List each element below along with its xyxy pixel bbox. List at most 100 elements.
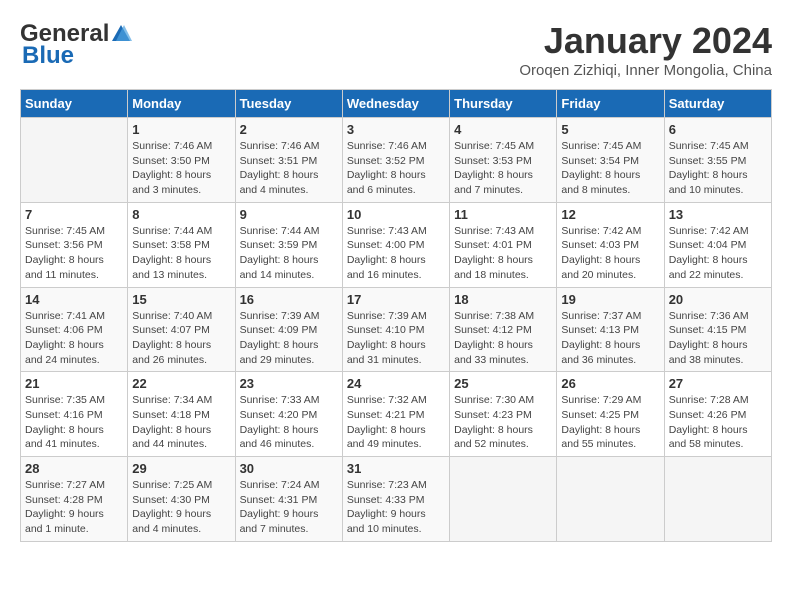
day-number: 4	[454, 122, 552, 137]
location-subtitle: Oroqen Zizhiqi, Inner Mongolia, China	[519, 62, 772, 79]
calendar-cell: 26 Sunrise: 7:29 AMSunset: 4:25 PMDayligh…	[557, 372, 664, 457]
day-number: 30	[240, 461, 338, 476]
day-number: 17	[347, 292, 445, 307]
calendar-week-row: 7 Sunrise: 7:45 AMSunset: 3:56 PMDaylight…	[21, 202, 772, 287]
day-number: 11	[454, 207, 552, 222]
calendar-week-row: 21Sunrise: 7:35 AMSunset: 4:16 PMDayligh…	[21, 372, 772, 457]
day-info: Sunrise: 7:45 AMSunset: 3:55 PMDaylight:…	[669, 139, 767, 198]
calendar-cell: 19Sunrise: 7:37 AMSunset: 4:13 PMDayligh…	[557, 287, 664, 372]
calendar-cell: 20 Sunrise: 7:36 AMSunset: 4:15 PMDayligh…	[664, 287, 771, 372]
day-info: Sunrise: 7:43 AMSunset: 4:01 PMDaylight:…	[454, 224, 552, 283]
day-number: 26	[561, 376, 659, 391]
day-number: 9	[240, 207, 338, 222]
day-info: Sunrise: 7:40 AMSunset: 4:07 PMDaylight:…	[132, 309, 230, 368]
day-number: 12	[561, 207, 659, 222]
day-info: Sunrise: 7:29 AMSunset: 4:25 PMDaylight:…	[561, 393, 659, 452]
day-info: Sunrise: 7:39 AMSunset: 4:10 PMDaylight:…	[347, 309, 445, 368]
calendar-cell: 1Sunrise: 7:46 AMSunset: 3:50 PMDaylight…	[128, 118, 235, 203]
day-info: Sunrise: 7:34 AMSunset: 4:18 PMDaylight:…	[132, 393, 230, 452]
day-info: Sunrise: 7:42 AMSunset: 4:04 PMDaylight:…	[669, 224, 767, 283]
day-number: 16	[240, 292, 338, 307]
day-info: Sunrise: 7:45 AMSunset: 3:56 PMDaylight:…	[25, 224, 123, 283]
day-info: Sunrise: 7:46 AMSunset: 3:52 PMDaylight:…	[347, 139, 445, 198]
calendar-cell: 31Sunrise: 7:23 AMSunset: 4:33 PMDayligh…	[342, 457, 449, 542]
day-info: Sunrise: 7:36 AMSunset: 4:15 PMDaylight:…	[669, 309, 767, 368]
calendar-cell: 28Sunrise: 7:27 AMSunset: 4:28 PMDayligh…	[21, 457, 128, 542]
day-info: Sunrise: 7:46 AMSunset: 3:50 PMDaylight:…	[132, 139, 230, 198]
day-info: Sunrise: 7:43 AMSunset: 4:00 PMDaylight:…	[347, 224, 445, 283]
day-info: Sunrise: 7:25 AMSunset: 4:30 PMDaylight:…	[132, 478, 230, 537]
day-number: 19	[561, 292, 659, 307]
calendar-cell	[557, 457, 664, 542]
logo: General Blue	[20, 20, 133, 70]
day-info: Sunrise: 7:42 AMSunset: 4:03 PMDaylight:…	[561, 224, 659, 283]
day-number: 18	[454, 292, 552, 307]
day-info: Sunrise: 7:44 AMSunset: 3:59 PMDaylight:…	[240, 224, 338, 283]
logo-blue: Blue	[20, 42, 74, 70]
day-info: Sunrise: 7:24 AMSunset: 4:31 PMDaylight:…	[240, 478, 338, 537]
calendar-cell: 22 Sunrise: 7:34 AMSunset: 4:18 PMDayligh…	[128, 372, 235, 457]
calendar-cell: 23Sunrise: 7:33 AMSunset: 4:20 PMDayligh…	[235, 372, 342, 457]
header-friday: Friday	[557, 90, 664, 118]
header-saturday: Saturday	[664, 90, 771, 118]
calendar-cell: 3 Sunrise: 7:46 AMSunset: 3:52 PMDaylight…	[342, 118, 449, 203]
calendar-week-row: 14Sunrise: 7:41 AMSunset: 4:06 PMDayligh…	[21, 287, 772, 372]
day-info: Sunrise: 7:38 AMSunset: 4:12 PMDaylight:…	[454, 309, 552, 368]
calendar-cell: 30 Sunrise: 7:24 AMSunset: 4:31 PMDayligh…	[235, 457, 342, 542]
day-info: Sunrise: 7:45 AMSunset: 3:53 PMDaylight:…	[454, 139, 552, 198]
calendar-cell: 8 Sunrise: 7:44 AMSunset: 3:58 PMDaylight…	[128, 202, 235, 287]
day-info: Sunrise: 7:41 AMSunset: 4:06 PMDaylight:…	[25, 309, 123, 368]
calendar-cell	[664, 457, 771, 542]
calendar-cell: 2 Sunrise: 7:46 AMSunset: 3:51 PMDaylight…	[235, 118, 342, 203]
calendar-cell: 9 Sunrise: 7:44 AMSunset: 3:59 PMDaylight…	[235, 202, 342, 287]
calendar-cell	[21, 118, 128, 203]
day-number: 3	[347, 122, 445, 137]
day-info: Sunrise: 7:30 AMSunset: 4:23 PMDaylight:…	[454, 393, 552, 452]
calendar-cell: 17 Sunrise: 7:39 AMSunset: 4:10 PMDayligh…	[342, 287, 449, 372]
calendar-cell: 12 Sunrise: 7:42 AMSunset: 4:03 PMDayligh…	[557, 202, 664, 287]
calendar-header-row: Sunday Monday Tuesday Wednesday Thursday…	[21, 90, 772, 118]
calendar-cell: 27 Sunrise: 7:28 AMSunset: 4:26 PMDayligh…	[664, 372, 771, 457]
title-block: January 2024 Oroqen Zizhiqi, Inner Mongo…	[519, 20, 772, 79]
calendar-cell: 6 Sunrise: 7:45 AMSunset: 3:55 PMDaylight…	[664, 118, 771, 203]
day-number: 5	[561, 122, 659, 137]
header-wednesday: Wednesday	[342, 90, 449, 118]
header-tuesday: Tuesday	[235, 90, 342, 118]
day-number: 20	[669, 292, 767, 307]
calendar-cell	[450, 457, 557, 542]
day-number: 6	[669, 122, 767, 137]
day-number: 13	[669, 207, 767, 222]
day-number: 25	[454, 376, 552, 391]
calendar-cell: 4 Sunrise: 7:45 AMSunset: 3:53 PMDaylight…	[450, 118, 557, 203]
calendar-cell: 25 Sunrise: 7:30 AMSunset: 4:23 PMDayligh…	[450, 372, 557, 457]
day-number: 28	[25, 461, 123, 476]
day-number: 10	[347, 207, 445, 222]
calendar-week-row: 28Sunrise: 7:27 AMSunset: 4:28 PMDayligh…	[21, 457, 772, 542]
day-info: Sunrise: 7:45 AMSunset: 3:54 PMDaylight:…	[561, 139, 659, 198]
calendar-table: Sunday Monday Tuesday Wednesday Thursday…	[20, 89, 772, 542]
logo-icon	[110, 23, 132, 45]
calendar-cell: 13 Sunrise: 7:42 AMSunset: 4:04 PMDayligh…	[664, 202, 771, 287]
calendar-cell: 10 Sunrise: 7:43 AMSunset: 4:00 PMDayligh…	[342, 202, 449, 287]
day-info: Sunrise: 7:28 AMSunset: 4:26 PMDaylight:…	[669, 393, 767, 452]
calendar-cell: 18 Sunrise: 7:38 AMSunset: 4:12 PMDayligh…	[450, 287, 557, 372]
day-number: 24	[347, 376, 445, 391]
day-number: 23	[240, 376, 338, 391]
calendar-cell: 11 Sunrise: 7:43 AMSunset: 4:01 PMDayligh…	[450, 202, 557, 287]
day-number: 21	[25, 376, 123, 391]
calendar-cell: 24Sunrise: 7:32 AMSunset: 4:21 PMDayligh…	[342, 372, 449, 457]
day-number: 27	[669, 376, 767, 391]
header-thursday: Thursday	[450, 90, 557, 118]
day-info: Sunrise: 7:46 AMSunset: 3:51 PMDaylight:…	[240, 139, 338, 198]
day-info: Sunrise: 7:44 AMSunset: 3:58 PMDaylight:…	[132, 224, 230, 283]
month-title: January 2024	[519, 20, 772, 62]
header-monday: Monday	[128, 90, 235, 118]
day-number: 8	[132, 207, 230, 222]
header-sunday: Sunday	[21, 90, 128, 118]
day-number: 31	[347, 461, 445, 476]
day-info: Sunrise: 7:39 AMSunset: 4:09 PMDaylight:…	[240, 309, 338, 368]
day-number: 7	[25, 207, 123, 222]
day-number: 2	[240, 122, 338, 137]
day-number: 22	[132, 376, 230, 391]
page-header: General Blue January 2024 Oroqen Zizhiqi…	[20, 20, 772, 79]
